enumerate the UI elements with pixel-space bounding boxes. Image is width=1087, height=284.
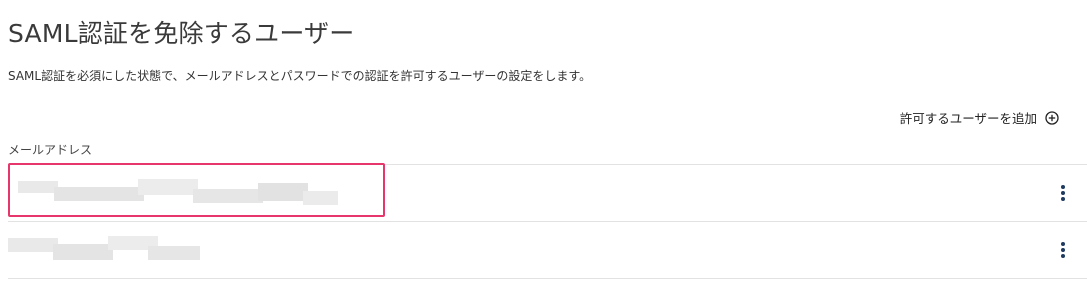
table-row <box>8 222 1087 278</box>
more-vertical-icon <box>1057 240 1069 260</box>
add-allowed-user-label: 許可するユーザーを追加 <box>899 111 1037 126</box>
page-description: SAML認証を必須にした状態で、メールアドレスとパスワードでの認証を許可するユー… <box>8 69 592 83</box>
column-header-email: メールアドレス <box>8 143 93 157</box>
email-cell-redacted <box>8 234 200 266</box>
saml-exempt-users-page: SAML認証を免除するユーザー SAML認証を必須にした状態で、メールアドレスと… <box>0 0 1087 284</box>
highlight-box <box>8 163 385 217</box>
row-divider <box>8 278 1087 279</box>
add-allowed-user-button[interactable]: 許可するユーザーを追加 <box>900 108 1059 127</box>
row-menu-button[interactable] <box>1057 240 1069 260</box>
row-menu-button[interactable] <box>1057 183 1069 203</box>
more-vertical-icon <box>1057 183 1069 203</box>
plus-circle-icon <box>1045 110 1059 125</box>
page-title: SAML認証を免除するユーザー <box>8 19 355 48</box>
